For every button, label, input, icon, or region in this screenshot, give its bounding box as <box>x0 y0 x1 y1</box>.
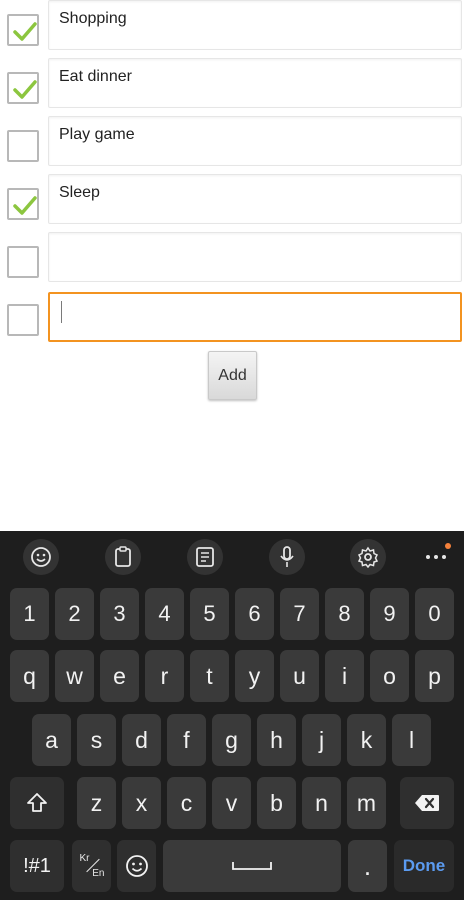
language-switch-icon: Kr En <box>78 853 106 879</box>
task-checkbox-2[interactable] <box>7 130 39 162</box>
key-4[interactable]: 4 <box>145 588 184 640</box>
task-checkbox-4[interactable] <box>7 246 39 278</box>
todo-row-1: Eat dinner <box>0 58 464 116</box>
key-j[interactable]: j <box>302 714 341 766</box>
key-1[interactable]: 1 <box>10 588 49 640</box>
todo-row-5 <box>0 290 464 348</box>
shift-key[interactable] <box>10 777 64 829</box>
key-3[interactable]: 3 <box>100 588 139 640</box>
key-b[interactable]: b <box>257 777 296 829</box>
task-input-1[interactable]: Eat dinner <box>48 58 462 108</box>
key-e[interactable]: e <box>100 650 139 702</box>
todo-row-4 <box>0 232 464 290</box>
todo-row-0: Shopping <box>0 0 464 58</box>
emoji-key[interactable] <box>117 840 156 892</box>
todo-row-2: Play game <box>0 116 464 174</box>
clipboard-icon[interactable] <box>105 539 141 575</box>
key-k[interactable]: k <box>347 714 386 766</box>
checkmark-icon <box>13 22 37 41</box>
task-input-0[interactable]: Shopping <box>48 0 462 50</box>
key-p[interactable]: p <box>415 650 454 702</box>
key-g[interactable]: g <box>212 714 251 766</box>
task-checkbox-5[interactable] <box>7 304 39 336</box>
key-v[interactable]: v <box>212 777 251 829</box>
task-input-2[interactable]: Play game <box>48 116 462 166</box>
task-input-5-focused[interactable] <box>48 292 462 342</box>
shift-icon <box>27 793 47 812</box>
key-s[interactable]: s <box>77 714 116 766</box>
language-switch-key[interactable]: Kr En <box>72 840 111 892</box>
key-q[interactable]: q <box>10 650 49 702</box>
emoji-icon <box>125 855 148 877</box>
key-h[interactable]: h <box>257 714 296 766</box>
task-text: Sleep <box>59 184 100 201</box>
task-text: Play game <box>59 126 135 143</box>
key-5[interactable]: 5 <box>190 588 229 640</box>
space-key[interactable] <box>163 840 341 892</box>
checkmark-icon <box>13 196 37 215</box>
key-8[interactable]: 8 <box>325 588 364 640</box>
task-text: Shopping <box>59 10 127 27</box>
period-key[interactable]: . <box>348 840 387 892</box>
settings-icon[interactable] <box>350 539 386 575</box>
key-m[interactable]: m <box>347 777 386 829</box>
key-n[interactable]: n <box>302 777 341 829</box>
task-checkbox-1[interactable] <box>7 72 39 104</box>
key-c[interactable]: c <box>167 777 206 829</box>
key-6[interactable]: 6 <box>235 588 274 640</box>
notification-dot <box>445 543 451 549</box>
key-y[interactable]: y <box>235 650 274 702</box>
done-key[interactable]: Done <box>394 840 454 892</box>
checkmark-icon <box>13 80 37 99</box>
key-r[interactable]: r <box>145 650 184 702</box>
task-input-3[interactable]: Sleep <box>48 174 462 224</box>
symbols-key[interactable]: !#1 <box>10 840 64 892</box>
backspace-key[interactable] <box>400 777 454 829</box>
key-2[interactable]: 2 <box>55 588 94 640</box>
key-u[interactable]: u <box>280 650 319 702</box>
task-input-4[interactable] <box>48 232 462 282</box>
keyboard: 1 2 3 4 5 6 7 8 9 0 q w e r t y u i o p … <box>0 531 464 900</box>
key-l[interactable]: l <box>392 714 431 766</box>
key-o[interactable]: o <box>370 650 409 702</box>
lang-en-label: En <box>92 868 105 879</box>
key-f[interactable]: f <box>167 714 206 766</box>
key-w[interactable]: w <box>55 650 94 702</box>
text-caret <box>61 301 62 323</box>
task-checkbox-0[interactable] <box>7 14 39 46</box>
emoji-icon[interactable] <box>23 539 59 575</box>
space-icon <box>232 862 272 870</box>
task-text: Eat dinner <box>59 68 132 85</box>
text-editing-icon[interactable] <box>187 539 223 575</box>
key-i[interactable]: i <box>325 650 364 702</box>
key-d[interactable]: d <box>122 714 161 766</box>
key-9[interactable]: 9 <box>370 588 409 640</box>
key-x[interactable]: x <box>122 777 161 829</box>
keyboard-toolbar <box>0 531 464 581</box>
key-z[interactable]: z <box>77 777 116 829</box>
more-icon[interactable] <box>418 539 454 575</box>
microphone-icon[interactable] <box>269 539 305 575</box>
add-button[interactable]: Add <box>208 351 257 400</box>
task-checkbox-3[interactable] <box>7 188 39 220</box>
key-a[interactable]: a <box>32 714 71 766</box>
key-7[interactable]: 7 <box>280 588 319 640</box>
todo-row-3: Sleep <box>0 174 464 232</box>
key-t[interactable]: t <box>190 650 229 702</box>
key-0[interactable]: 0 <box>415 588 454 640</box>
lang-kr-label: Kr <box>79 853 90 864</box>
backspace-icon <box>415 795 439 811</box>
